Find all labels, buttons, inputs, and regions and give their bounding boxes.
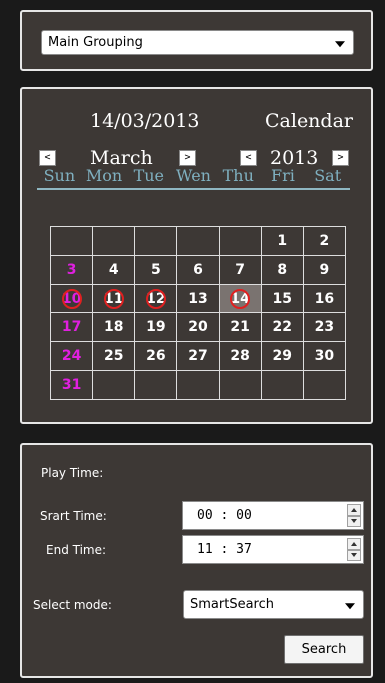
calendar-day-27[interactable]: 27 [176, 341, 220, 372]
calendar-day-6[interactable]: 6 [176, 254, 220, 285]
calendar-week-row: 12 [49, 226, 347, 256]
calendar-day-10[interactable]: 10 [49, 283, 94, 314]
calendar-empty-cell [49, 226, 94, 256]
end-time-label: End Time: [46, 543, 107, 557]
weekday-fri: Fri [271, 166, 295, 185]
calendar-week-row: 10 11 12 13 14 15 16 [49, 283, 347, 314]
calendar-day-21[interactable]: 21 [218, 312, 262, 343]
arrow-up-icon[interactable] [347, 538, 361, 550]
weekday-mon: Mon [85, 166, 123, 185]
calendar-day-7[interactable]: 7 [218, 254, 262, 285]
calendar-day-25[interactable]: 25 [92, 341, 136, 372]
calendar-current-date: 14/03/2013 [90, 110, 200, 132]
end-time-value: 11 : 37 [197, 542, 252, 557]
weekday-tue: Tue [133, 166, 165, 185]
calendar-empty-cell [218, 370, 262, 400]
calendar-day-28[interactable]: 28 [218, 341, 262, 372]
calendar-day-16[interactable]: 16 [302, 283, 347, 314]
weekday-header: Sun Mon Tue Wen Thu Fri Sat [37, 164, 350, 190]
calendar-day-15[interactable]: 15 [260, 283, 304, 314]
calendar-day-17[interactable]: 17 [49, 312, 94, 343]
calendar-day-9[interactable]: 9 [302, 254, 347, 285]
calendar-empty-cell [176, 226, 220, 256]
calendar-week-row: 3456789 [49, 254, 347, 285]
calendar-day-13[interactable]: 13 [176, 283, 220, 314]
end-time-spinner[interactable] [347, 538, 361, 561]
mode-dropdown[interactable]: SmartSearch [183, 590, 364, 619]
calendar-day-12[interactable]: 12 [134, 283, 178, 314]
start-time-value: 00 : 00 [197, 508, 252, 523]
calendar-day-31[interactable]: 31 [49, 370, 94, 400]
calendar-week-row: 24 25 26 27 28 29 30 [49, 341, 347, 372]
calendar-empty-cell [92, 226, 136, 256]
calendar-week-row: 31 [49, 370, 347, 400]
grouping-dropdown[interactable]: Main Grouping [41, 30, 354, 55]
chevron-down-icon[interactable] [335, 40, 345, 47]
calendar-day-11[interactable]: 11 [92, 283, 136, 314]
select-mode-label: Select mode: [33, 598, 112, 612]
calendar-day-18[interactable]: 18 [92, 312, 136, 343]
calendar-empty-cell [134, 226, 178, 256]
calendar-day-24[interactable]: 24 [49, 341, 94, 372]
calendar-day-30[interactable]: 30 [302, 341, 347, 372]
calendar-empty-cell [302, 370, 347, 400]
calendar-day-19[interactable]: 19 [134, 312, 178, 343]
calendar-day-4[interactable]: 4 [92, 254, 136, 285]
weekday-wed: Wen [176, 166, 211, 185]
calendar-day-29[interactable]: 29 [260, 341, 304, 372]
end-time-field[interactable]: 11 : 37 [182, 535, 364, 564]
weekday-sat: Sat [314, 166, 342, 185]
arrow-down-icon[interactable] [347, 549, 361, 561]
calendar-day-1[interactable]: 1 [260, 226, 304, 256]
calendar-empty-cell [134, 370, 178, 400]
calendar-empty-cell [92, 370, 136, 400]
calendar-grid: 1 2 3 4 5 6 7 8 9 10 11 12 13 14 15 16 17 18 19 20 21 22 23 24 2… [49, 226, 347, 400]
search-button[interactable]: Search [284, 635, 364, 664]
start-time-label: Srart Time: [40, 509, 107, 523]
arrow-up-icon[interactable] [347, 504, 361, 516]
calendar-day-5[interactable]: 5 [134, 254, 178, 285]
start-time-field[interactable]: 00 : 00 [182, 501, 364, 530]
calendar-week-row: 17 18 19 20 21 22 23 [49, 312, 347, 343]
grouping-dropdown-value: Main Grouping [48, 35, 143, 50]
calendar-day-8[interactable]: 8 [260, 254, 304, 285]
mode-dropdown-value: SmartSearch [190, 597, 274, 612]
calendar-day-3[interactable]: 3 [49, 254, 94, 285]
calendar-day-20[interactable]: 20 [176, 312, 220, 343]
calendar-label: Calendar [265, 110, 353, 132]
weekday-sun: Sun [43, 166, 76, 185]
play-time-label: Play Time: [41, 466, 104, 480]
calendar-empty-cell [260, 370, 304, 400]
calendar-empty-cell [176, 370, 220, 400]
calendar-day-14[interactable]: 14 [218, 283, 262, 314]
calendar-day-23[interactable]: 23 [302, 312, 347, 343]
arrow-down-icon[interactable] [347, 515, 361, 527]
calendar-day-26[interactable]: 26 [134, 341, 178, 372]
start-time-spinner[interactable] [347, 504, 361, 527]
chevron-down-icon[interactable] [345, 602, 355, 609]
calendar-day-22[interactable]: 22 [260, 312, 304, 343]
calendar-empty-cell [218, 226, 262, 256]
calendar-day-2[interactable]: 2 [302, 226, 347, 256]
weekday-thu: Thu [222, 166, 254, 185]
